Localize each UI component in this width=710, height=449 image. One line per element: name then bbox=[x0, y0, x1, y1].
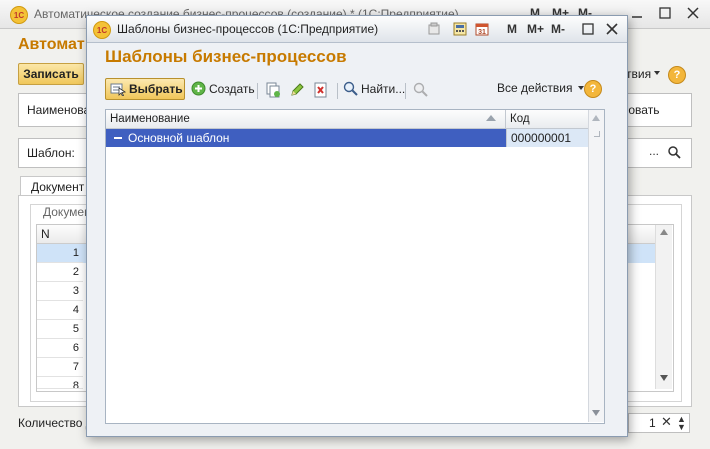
templates-list[interactable]: Наименование Код Основной шаблон 0000000… bbox=[105, 109, 605, 424]
column-header-name-label: Наименование bbox=[110, 113, 190, 125]
list-item-name: Основной шаблон bbox=[128, 131, 230, 145]
calculator-icon[interactable] bbox=[453, 22, 467, 36]
sort-ascending-icon bbox=[486, 115, 496, 121]
list-item-code: 000000001 bbox=[511, 131, 572, 145]
stepper-arrows-icon[interactable]: ▲ ▼ bbox=[677, 415, 686, 432]
scroll-up-icon[interactable] bbox=[660, 229, 668, 235]
svg-text:31: 31 bbox=[478, 29, 486, 36]
create-button[interactable]: Создать bbox=[191, 81, 255, 96]
scroll-down-icon[interactable] bbox=[592, 410, 600, 416]
template-label: Шаблон: bbox=[27, 146, 75, 160]
dialog-heading: Шаблоны бизнес-процессов bbox=[105, 47, 347, 66]
tab-documents[interactable]: Документ bbox=[20, 176, 92, 197]
cancel-search-icon[interactable] bbox=[413, 82, 429, 98]
column-header-name[interactable]: Наименование bbox=[106, 110, 506, 128]
table-row-number: 1 bbox=[37, 244, 83, 263]
list-item-code-cell[interactable]: 000000001 bbox=[506, 129, 588, 147]
list-scrollbar[interactable] bbox=[588, 110, 604, 422]
edit-pencil-icon[interactable] bbox=[289, 82, 305, 98]
toolbar-separator bbox=[257, 83, 258, 99]
count-stepper[interactable]: 1 ✕ ▲ ▼ bbox=[628, 413, 690, 433]
table-row-number: 6 bbox=[37, 339, 83, 358]
minimize-icon[interactable] bbox=[630, 6, 644, 20]
use-label: зовать bbox=[623, 103, 660, 117]
find-button-label: Найти... bbox=[361, 81, 406, 96]
bg-all-actions[interactable]: твия bbox=[626, 67, 651, 81]
dialog-title: Шаблоны бизнес-процессов (1С:Предприятие… bbox=[117, 22, 379, 36]
list-item[interactable]: Основной шаблон 000000001 bbox=[106, 129, 588, 147]
close-icon[interactable] bbox=[605, 22, 619, 36]
copy-icon[interactable] bbox=[265, 82, 281, 98]
dialog-titlebar: 1С Шаблоны бизнес-процессов (1С:Предприя… bbox=[87, 16, 627, 43]
maximize-icon[interactable] bbox=[581, 22, 595, 36]
toolbar-separator bbox=[337, 83, 338, 99]
item-marker-icon bbox=[114, 137, 122, 139]
table-row-number: 2 bbox=[37, 263, 83, 282]
select-icon bbox=[110, 82, 126, 96]
onec-logo-icon: 1С bbox=[93, 21, 111, 39]
all-actions-label: Все действия bbox=[497, 81, 573, 95]
clear-icon[interactable]: ✕ bbox=[661, 414, 672, 430]
count-label: Количество д bbox=[18, 416, 93, 430]
table-row-number: 8 bbox=[37, 377, 83, 389]
table-row-number: 3 bbox=[37, 282, 83, 301]
mminus-button[interactable]: M- bbox=[551, 22, 565, 36]
scroll-grip-icon bbox=[594, 131, 600, 137]
search-icon[interactable] bbox=[667, 145, 681, 159]
mplus-button[interactable]: M+ bbox=[527, 22, 544, 36]
plus-circle-icon bbox=[191, 81, 206, 96]
table-row-number: 4 bbox=[37, 301, 83, 320]
scroll-down-icon[interactable] bbox=[660, 375, 668, 381]
chevron-down-icon bbox=[654, 71, 660, 75]
link-icon[interactable] bbox=[427, 22, 441, 36]
close-icon[interactable] bbox=[686, 6, 700, 20]
create-button-label: Создать bbox=[209, 81, 255, 96]
grid-header-n: N bbox=[41, 227, 50, 241]
bg-page-title: Автомат bbox=[18, 36, 85, 53]
onec-logo-icon: 1С bbox=[10, 6, 28, 24]
calendar-icon[interactable]: 31 bbox=[475, 22, 489, 36]
count-value: 1 bbox=[649, 416, 656, 430]
select-button-label: Выбрать bbox=[129, 82, 183, 96]
select-button[interactable]: Выбрать bbox=[105, 78, 185, 100]
table-row-number: 5 bbox=[37, 320, 83, 339]
toolbar-separator bbox=[405, 83, 406, 99]
more-button[interactable]: ... bbox=[649, 144, 665, 160]
delete-mark-icon[interactable] bbox=[313, 82, 329, 98]
table-row-number: 7 bbox=[37, 358, 83, 377]
find-button[interactable]: Найти... bbox=[343, 81, 405, 96]
tab-documents-label: Документ bbox=[31, 180, 85, 194]
list-header: Наименование Код bbox=[106, 110, 588, 129]
scroll-up-icon[interactable] bbox=[592, 115, 600, 121]
maximize-icon[interactable] bbox=[658, 6, 672, 20]
name-label: Наименова bbox=[27, 103, 91, 117]
search-icon bbox=[343, 81, 358, 96]
list-item-name-cell[interactable]: Основной шаблон bbox=[106, 129, 506, 147]
help-icon[interactable]: ? bbox=[584, 80, 602, 98]
bg-grid-scrollbar[interactable] bbox=[655, 225, 672, 389]
all-actions-menu[interactable]: Все действия bbox=[497, 81, 585, 95]
save-button[interactable]: Записать bbox=[18, 63, 84, 85]
m-button[interactable]: M bbox=[507, 22, 517, 36]
column-header-code[interactable]: Код bbox=[506, 110, 588, 128]
help-icon[interactable]: ? bbox=[668, 66, 686, 84]
templates-dialog: 1С Шаблоны бизнес-процессов (1С:Предприя… bbox=[86, 15, 628, 437]
